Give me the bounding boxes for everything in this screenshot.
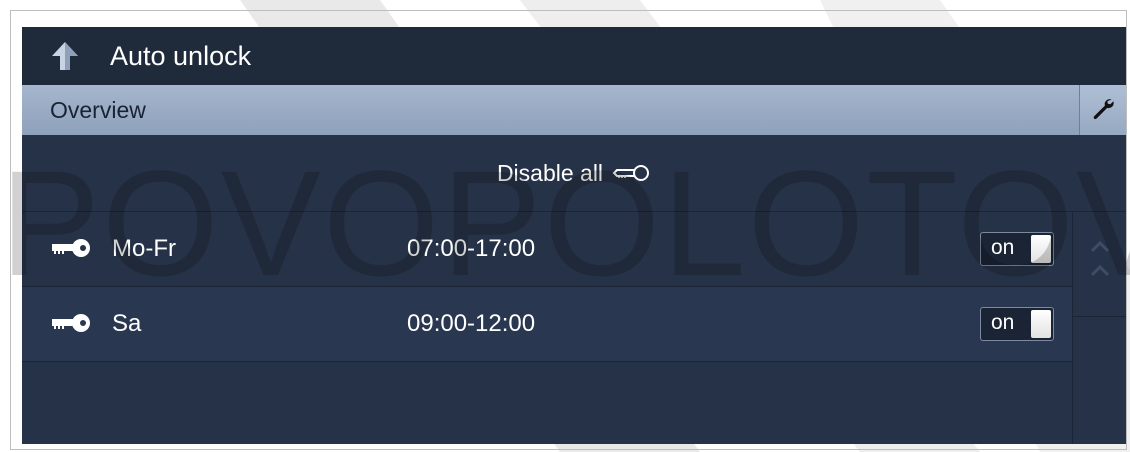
auto-unlock-panel: Auto unlock Overview Disable all Mo-Fr 0…: [22, 27, 1126, 444]
key-icon: [48, 312, 92, 334]
schedule-day: Sa: [112, 310, 142, 337]
overview-bar: Overview: [22, 85, 1126, 135]
schedule-toggle[interactable]: on: [980, 232, 1054, 266]
page-title: Auto unlock: [110, 40, 252, 71]
schedule-list: Mo-Fr 07:00-17:00 on Sa 09:00-12:00 on: [22, 212, 1072, 362]
toggle-knob: [1031, 235, 1051, 263]
scrollbar[interactable]: [1072, 212, 1126, 444]
chevron-up-icon: [1088, 237, 1112, 292]
settings-button[interactable]: [1079, 85, 1126, 135]
wrench-icon: [1091, 96, 1115, 125]
arrow-up-icon[interactable]: [48, 39, 82, 73]
toggle-knob: [1031, 310, 1051, 338]
schedule-row[interactable]: Sa 09:00-12:00 on: [22, 287, 1072, 362]
key-icon: [48, 237, 92, 259]
scroll-up-button[interactable]: [1073, 212, 1126, 317]
toggle-label: on: [991, 311, 1015, 334]
key-outline-icon: [611, 163, 651, 183]
disable-all-label: Disable all: [496, 159, 604, 186]
overview-label: Overview: [50, 96, 146, 123]
toggle-label: on: [991, 236, 1015, 259]
schedule-time: 07:00-17:00: [407, 235, 536, 262]
disable-all-button[interactable]: Disable all: [22, 135, 1126, 212]
schedule-time: 09:00-12:00: [407, 310, 536, 337]
schedule-day: Mo-Fr: [112, 235, 176, 262]
title-bar: Auto unlock: [22, 27, 1126, 85]
schedule-row[interactable]: Mo-Fr 07:00-17:00 on: [22, 212, 1072, 287]
schedule-toggle[interactable]: on: [980, 307, 1054, 341]
